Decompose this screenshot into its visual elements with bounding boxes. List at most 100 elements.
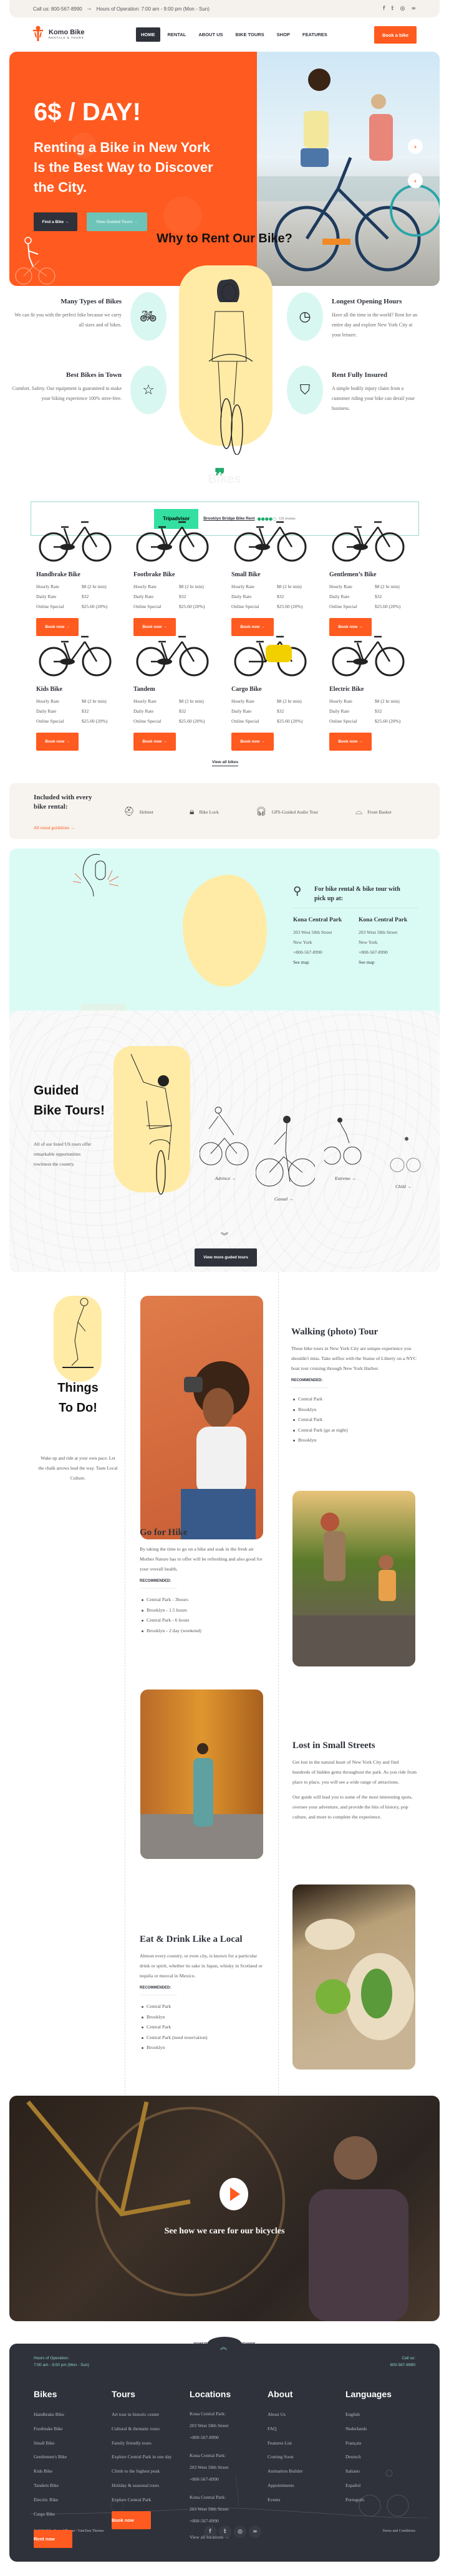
feature-opening-hours: Longest Opening Hours Have all the time … <box>332 298 419 340</box>
footer-link[interactable]: Small Bike <box>34 2436 72 2451</box>
instagram-icon[interactable]: ◎ <box>400 6 405 12</box>
rate-value: $8 (2 hr min) <box>179 584 204 589</box>
footer-link[interactable]: Cultural & thematic tours <box>112 2422 171 2436</box>
rate-value: $32 <box>179 708 186 714</box>
view-all-locations-link[interactable]: View all locations → <box>190 2533 231 2542</box>
book-now-button[interactable]: Book now → <box>133 733 176 751</box>
footer-link[interactable]: Art tour in historic center <box>112 2408 171 2422</box>
tour-link-advance[interactable]: Advince → <box>215 1176 236 1181</box>
list-item: Central Park - 6 houts <box>140 1615 268 1626</box>
footer-link[interactable]: Nederlands <box>345 2422 392 2436</box>
footer-link[interactable]: Handbrake Bike <box>34 2408 72 2422</box>
footer-link[interactable]: Coming Soon <box>268 2450 302 2464</box>
tour-link-child[interactable]: Child → <box>395 1184 412 1189</box>
bike-image <box>234 521 307 562</box>
double-chevron-up-icon[interactable]: ︽ <box>220 2342 227 2352</box>
footer-link[interactable]: Features List <box>268 2436 302 2451</box>
bike-image <box>39 635 112 677</box>
facebook-icon[interactable]: f <box>383 6 385 12</box>
footer-link[interactable]: Explore Central Park in one day <box>112 2450 171 2464</box>
footer-link[interactable]: English <box>345 2408 392 2422</box>
terms-link[interactable]: Terms and Conditions <box>382 2529 415 2533</box>
nav-about-us[interactable]: ABOUT US <box>193 27 228 42</box>
location-phone[interactable]: +800-567-8990 <box>359 948 407 958</box>
footer-link[interactable]: Explore Central Park <box>112 2493 171 2507</box>
footer-link[interactable]: FAQ <box>268 2422 302 2436</box>
twitter-icon[interactable]: 𝕥 <box>391 6 393 12</box>
rate-value: $25.60 (20%) <box>179 604 205 609</box>
online-special-row: Online Special $25.60 (20%) <box>231 602 312 612</box>
footer-location-line: Kona Central Park: <box>190 2453 226 2458</box>
slider-next-button[interactable]: › <box>408 139 423 154</box>
camera-woman-photo <box>181 1361 256 1539</box>
footer-link[interactable]: Kids Bike <box>34 2464 72 2479</box>
hero-photo-riders <box>257 69 440 272</box>
instagram-icon[interactable]: ◎ <box>234 2526 246 2538</box>
included-section: Included with every bike rental: All ren… <box>9 783 440 839</box>
see-map-link[interactable]: See map <box>359 959 375 965</box>
rent-now-button[interactable]: Rent now <box>34 2530 72 2549</box>
see-map-link[interactable]: See map <box>293 959 309 965</box>
footer-link[interactable]: Events <box>268 2493 302 2507</box>
footer-link[interactable]: Appointments <box>268 2479 302 2493</box>
footer-link[interactable]: Cargo Bike <box>34 2507 72 2522</box>
nav-bike-tours[interactable]: BIKE TOURS <box>231 27 269 42</box>
rate-value: $8 (2 hr min) <box>277 584 302 589</box>
top-hours: 7:00 am - 9:00 pm (Mon - Sun) <box>141 6 210 12</box>
book-a-bike-button[interactable]: Book a bike <box>374 26 417 44</box>
view-all-bikes-link[interactable]: View all bikes <box>212 760 239 766</box>
daily-rate-row: Daily Rate $32 <box>133 592 215 602</box>
nav-features[interactable]: FEATURES <box>297 27 332 42</box>
footer-link[interactable]: Holiday & seasonal tours <box>112 2479 171 2493</box>
bike-card: Handbrake Bike Hourly Rate $8 (2 hr min) Da… <box>36 515 117 636</box>
footer-book-now-button[interactable]: Book now <box>112 2511 151 2529</box>
footer-link[interactable]: Climb to the highest peak <box>112 2464 171 2479</box>
book-now-button[interactable]: Book now → <box>329 733 372 751</box>
footer-phone[interactable]: 800-567-8990 <box>390 2362 415 2369</box>
book-now-button[interactable]: Book now → <box>231 733 274 751</box>
rate-label: Daily Rate <box>133 708 154 714</box>
footer-link[interactable]: Gentlemen's Bike <box>34 2450 72 2464</box>
footer-link[interactable]: Deutsch <box>345 2450 392 2464</box>
logo[interactable]: Komo Bike RENTALS & TOURS <box>32 25 84 42</box>
tripadvisor-icon[interactable]: ∞ <box>412 6 417 12</box>
play-video-button[interactable] <box>220 2178 248 2210</box>
rate-label: Daily Rate <box>36 708 57 714</box>
footer-link[interactable]: Electric Bike <box>34 2493 72 2507</box>
nav-shop[interactable]: SHOP <box>272 27 295 42</box>
book-now-button[interactable]: Book now → <box>36 733 79 751</box>
bike-name: Tandem <box>133 686 155 693</box>
location-phone[interactable]: +800-567-8990 <box>293 948 342 958</box>
tacos-photo <box>305 1919 414 2040</box>
tour-link-extreme[interactable]: Extreme → <box>335 1176 356 1181</box>
footer-link[interactable]: Português <box>345 2493 392 2507</box>
view-guided-tours-button[interactable]: View Guided Tours → <box>87 212 147 231</box>
footer-link[interactable]: Tandem Bike <box>34 2479 72 2493</box>
tripadvisor-icon[interactable]: ∞ <box>249 2526 261 2538</box>
bike-name: Gentlemen’s Bike <box>329 571 377 578</box>
footer-link[interactable]: Italiano <box>345 2464 392 2479</box>
nav-home[interactable]: HOME <box>136 27 160 42</box>
nav-rental[interactable]: RENTAL <box>163 27 191 42</box>
rental-guidelines-link[interactable]: All rental guidelines → <box>34 825 75 830</box>
slider-prev-button[interactable]: ‹ <box>408 173 423 188</box>
online-special-row: Online Special $25.60 (20%) <box>329 716 410 726</box>
bike-name: Handbrake Bike <box>36 571 80 578</box>
view-more-tours-button[interactable]: View more guded tours <box>195 1248 257 1267</box>
footer-link[interactable]: Français <box>345 2436 392 2451</box>
location-city: New York <box>293 939 312 945</box>
footer-link[interactable]: Family friendly tours <box>112 2436 171 2451</box>
feature-many-types: Many Types of Bikes We can fit you with … <box>9 298 122 330</box>
footer-link[interactable]: Español <box>345 2479 392 2493</box>
double-chevron-down-icon[interactable]: ︾ <box>221 1230 228 1241</box>
footer-link[interactable]: Animation Builder <box>268 2464 302 2479</box>
footer-link[interactable]: About Us <box>268 2408 302 2422</box>
top-phone[interactable]: 800-567-8990 <box>51 6 82 12</box>
find-a-bike-button[interactable]: Find a Bike → <box>34 212 77 231</box>
tour-link-casual[interactable]: Casual → <box>274 1196 294 1202</box>
rate-label: Hourly Rate <box>133 698 157 704</box>
footer-link[interactable]: Footbrake Bike <box>34 2422 72 2436</box>
things-title-line2: To Do! <box>59 1401 97 1415</box>
star-icon: ☆ <box>130 366 167 414</box>
rate-value: $32 <box>82 594 89 599</box>
